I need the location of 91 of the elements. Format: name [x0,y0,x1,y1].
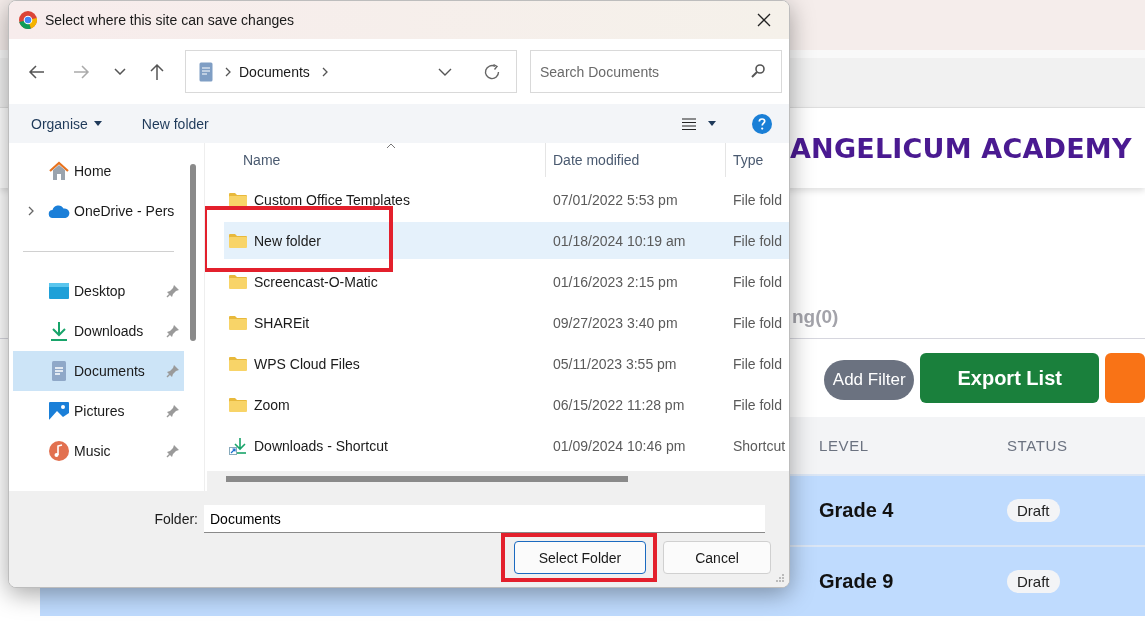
status-badge: Draft [1007,499,1060,522]
level-text: Grade 9 [819,570,894,592]
sidebar-item[interactable]: Desktop [13,271,184,311]
new-folder-button[interactable]: New folder [133,111,217,136]
search-icon [750,63,766,79]
sidebar-item[interactable]: Downloads [13,311,184,351]
refresh-icon[interactable] [483,62,501,81]
file-name: Zoom [254,396,290,413]
chevron-down-icon [114,68,126,75]
file-name: New folder [254,232,321,249]
column-header: STATUS [1007,437,1069,454]
resize-grip-icon [775,573,785,583]
caret-down-icon [708,121,716,126]
file-date: 06/15/2022 11:28 pm [552,396,686,413]
file-name: Screencast-O-Matic [254,273,378,290]
sidebar-item[interactable]: Home [13,151,184,191]
folder-icon [229,356,247,371]
sidebar-item[interactable]: OneDrive - Pers [13,191,184,231]
folder-icon [229,315,247,330]
sidebar-item[interactable]: Pictures [13,391,184,431]
chevron-right-icon[interactable] [26,205,35,217]
level-text: Grade 4 [819,499,894,521]
folder-icon [229,274,247,289]
download-icon [48,320,70,342]
caret-down-icon [93,121,102,126]
folder-icon [229,192,247,207]
folder-input-field[interactable]: Documents [204,505,765,533]
breadcrumb-item[interactable]: Documents [239,63,310,80]
pin-icon [166,284,180,298]
file-row[interactable]: Custom Office Templates 07/01/2022 5:53 pm File fold [224,181,789,218]
sort-caret-icon [386,143,396,149]
pin-icon [166,444,180,458]
file-row[interactable]: SHAREit 09/27/2023 3:40 pm File fold [224,304,789,341]
file-date: 01/09/2024 10:46 pm [552,437,687,454]
app-icon [18,10,38,30]
shortcut-icon [229,436,247,455]
sidebar-item[interactable]: Documents [13,351,184,391]
file-type: Shortcut [732,437,787,454]
sidebar-item[interactable]: Music [13,431,184,471]
file-row[interactable]: Screencast-O-Matic 01/16/2023 2:15 pm File fold [224,263,789,300]
file-name: WPS Cloud Files [254,355,360,372]
file-date: 09/27/2023 3:40 pm [552,314,679,331]
file-row[interactable]: WPS Cloud Files 05/11/2023 3:55 pm File fold [224,345,789,382]
search-field[interactable]: Search Documents [530,50,782,93]
file-date: 01/16/2023 2:15 pm [552,273,679,290]
file-type: File fold [732,273,784,290]
file-date: 05/11/2023 3:55 pm [552,355,678,372]
file-type: File fold [732,232,784,249]
file-name: Downloads - Shortcut [254,437,388,454]
help-button[interactable] [752,113,772,134]
file-date: 01/18/2024 10:19 am [552,232,687,249]
music-icon [48,440,70,462]
column-header[interactable]: Date modified [545,143,725,177]
column-header: LEVEL [819,437,870,454]
pin-icon [166,404,180,418]
organise-menu[interactable]: Organise [23,111,110,136]
scrollbar-thumb[interactable] [190,164,196,341]
folder-icon [229,397,247,412]
file-type: File fold [732,355,784,372]
select-folder-button[interactable]: Select Folder [514,541,646,574]
address-bar[interactable]: Documents [185,50,517,93]
field-label: Folder: [153,511,199,527]
export-button[interactable]: Export List [920,353,1099,403]
status-badge: Draft [1007,570,1060,593]
file-type: File fold [732,191,784,208]
scrollbar-thumb[interactable] [226,476,628,482]
chevron-right-icon [223,65,233,78]
column-header[interactable]: Name [224,143,545,177]
file-type: File fold [732,314,784,331]
document-icon [199,61,213,82]
window-title: Select where this site can save changes [45,12,295,28]
list-view-icon [682,117,696,130]
home-icon [48,160,70,182]
help-icon [752,113,772,134]
file-type: File fold [732,396,784,413]
file-name: Custom Office Templates [254,191,410,208]
file-row[interactable]: New folder 01/18/2024 10:19 am File fold [224,222,789,259]
file-name: SHAREit [254,314,310,331]
file-row[interactable]: Downloads - Shortcut 01/09/2024 10:46 pm Shortcut [224,427,789,464]
cancel-button[interactable]: Cancel [663,541,771,574]
column-header[interactable]: Type [725,143,789,177]
file-row[interactable]: Zoom 06/15/2022 11:28 pm File fold [224,386,789,423]
close-icon [757,13,771,27]
picture-icon [48,400,70,422]
file-date: 07/01/2022 5:53 pm [552,191,679,208]
add-filter-button[interactable]: Add Filter [824,360,915,400]
desktop-icon [48,280,70,302]
site-title: ANGELICUM ACADEMY [790,132,1132,164]
folder-icon [229,233,247,248]
pin-icon [166,324,180,338]
pin-icon [166,364,180,378]
